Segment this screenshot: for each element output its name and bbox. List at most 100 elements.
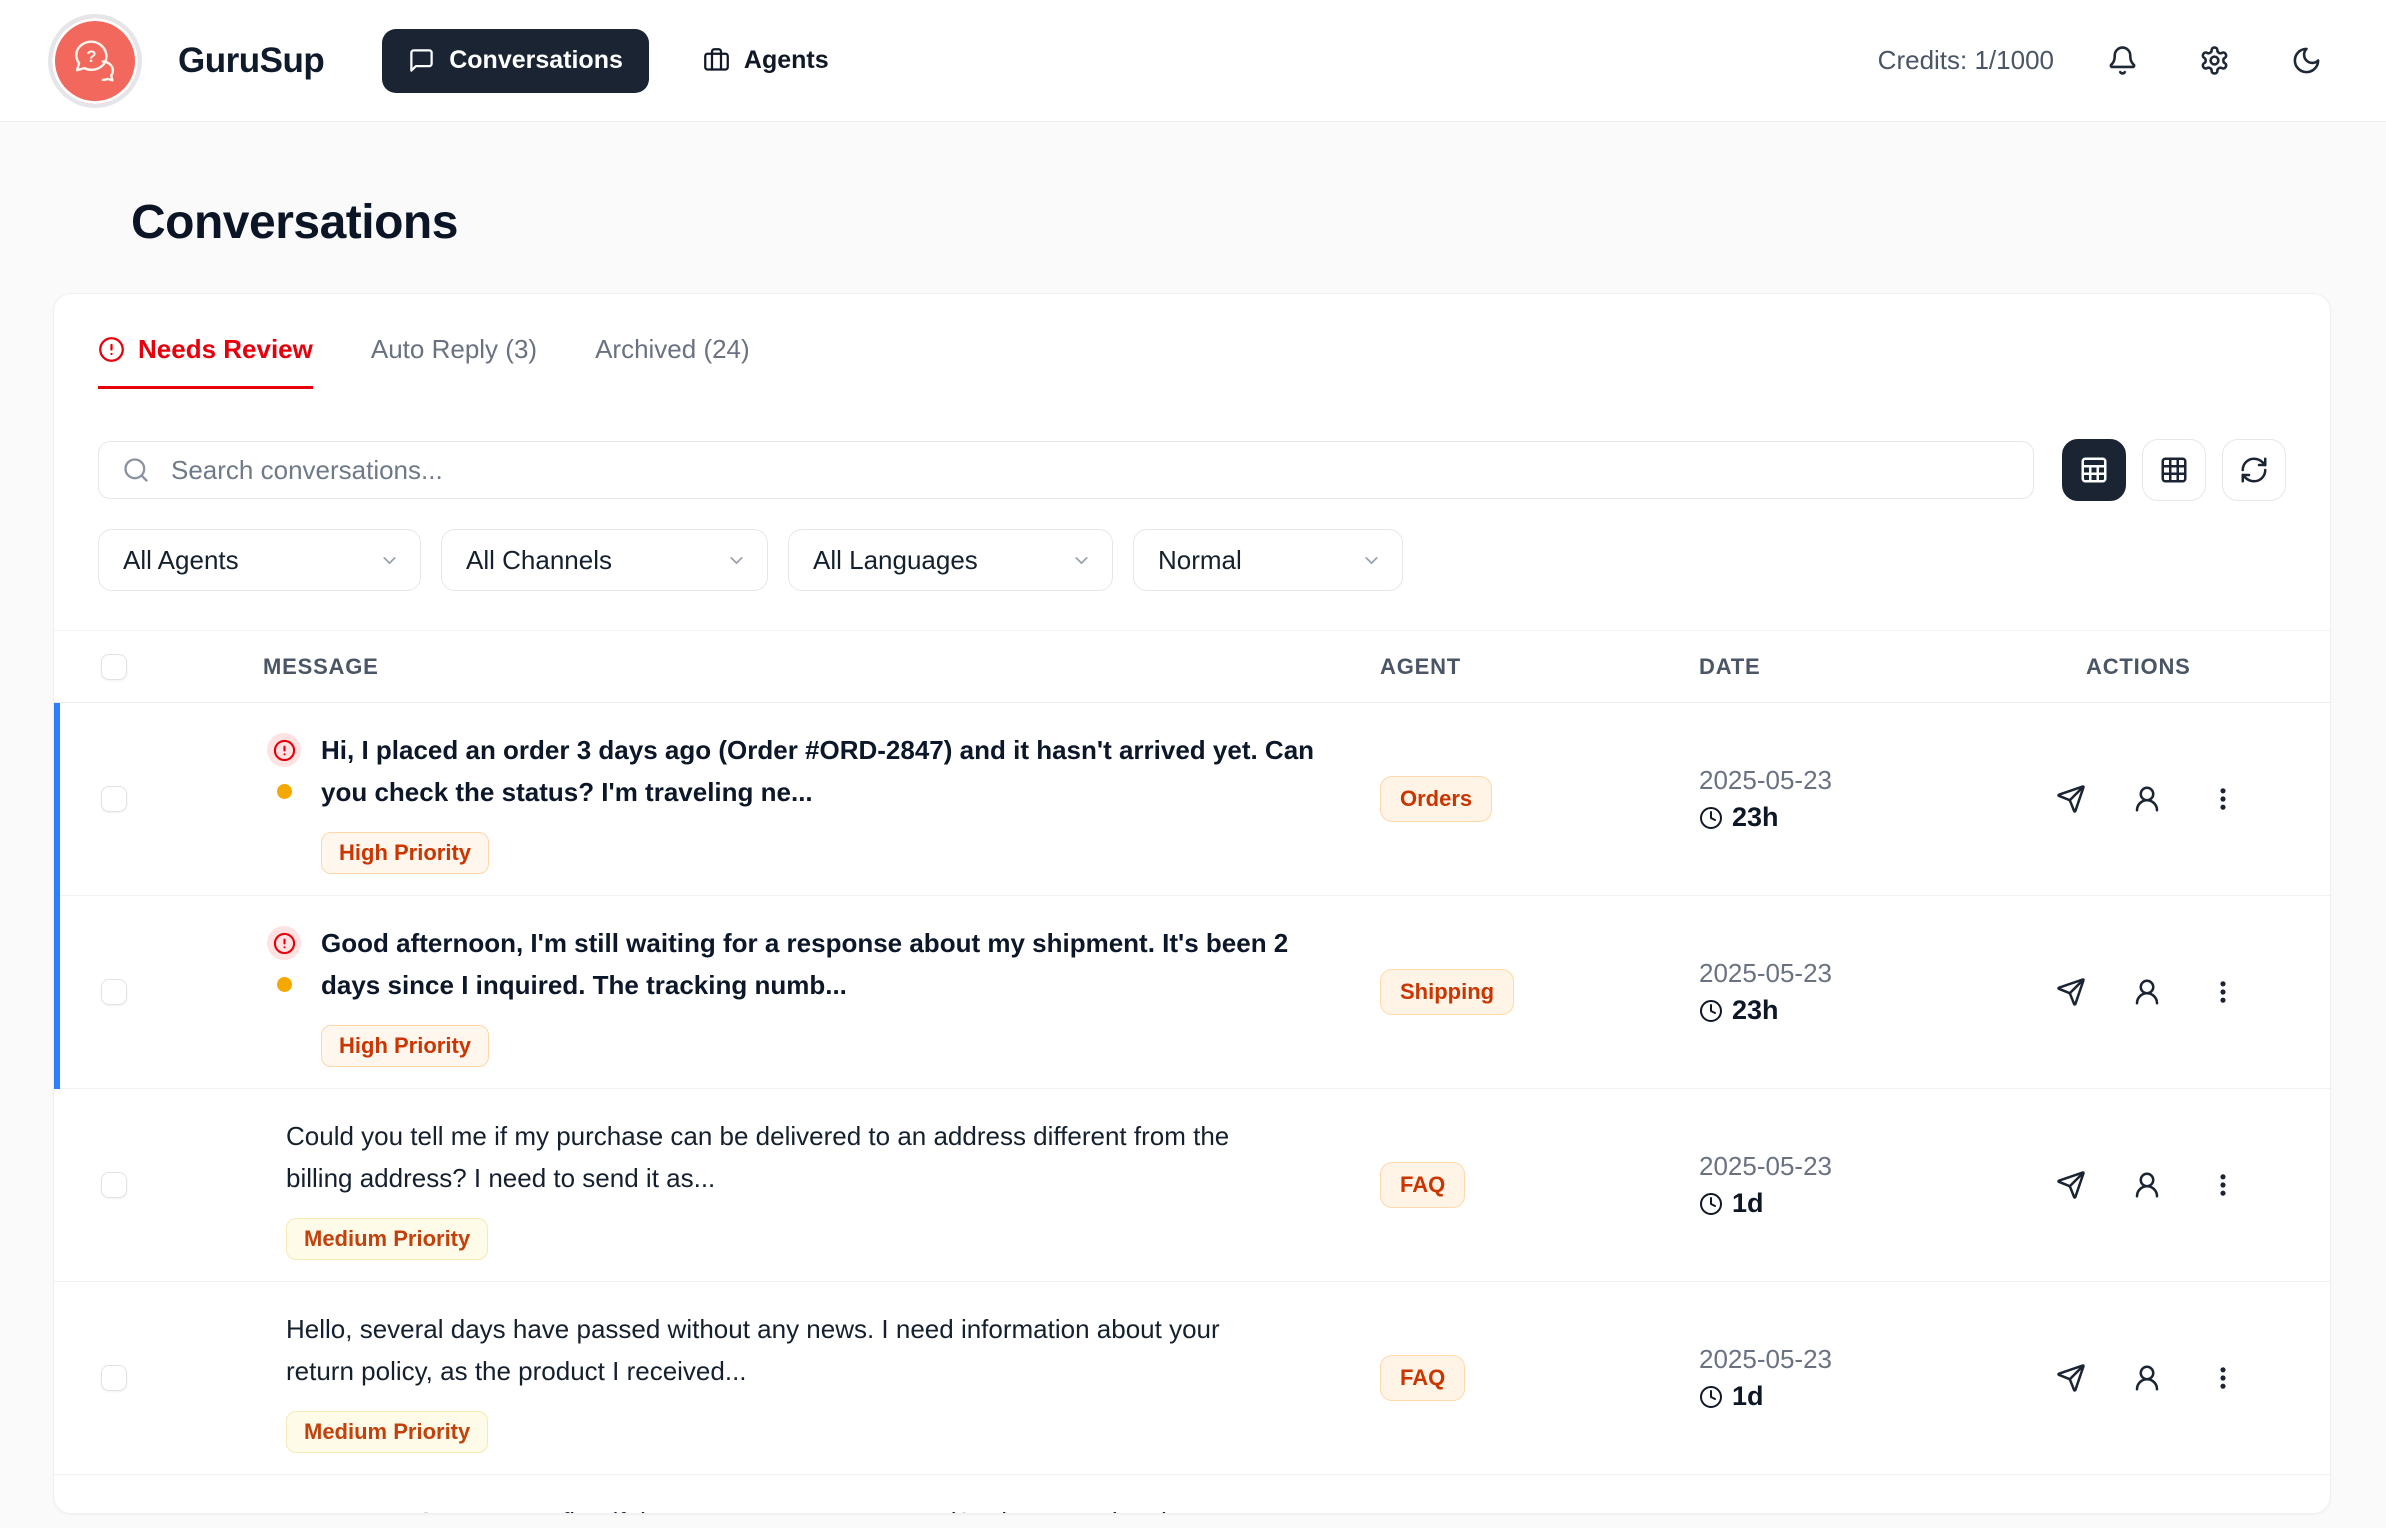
column-header-agent: AGENT (1344, 654, 1663, 680)
agent-badge: Orders (1380, 776, 1492, 822)
svg-text:?: ? (86, 47, 96, 66)
settings-button[interactable] (2190, 37, 2238, 85)
age-indicator: 23h (1699, 995, 1963, 1026)
priority-badge: High Priority (321, 1025, 489, 1067)
row-actions (1963, 781, 2330, 817)
message-text-line: Hello, several days have passed without … (286, 1308, 1220, 1350)
tab-archived[interactable]: Archived (24) (595, 334, 750, 389)
column-header-actions: ACTIONS (1963, 654, 2330, 680)
refresh-icon (2239, 455, 2269, 485)
table-row[interactable]: Hi, I placed an order 3 days ago (Order … (54, 703, 2330, 896)
select-all-checkbox[interactable] (101, 654, 127, 680)
brand-name: GuruSup (178, 41, 324, 81)
agent-badge: FAQ (1380, 1162, 1465, 1208)
channels-filter-select[interactable]: All Channels (441, 529, 768, 591)
age-text: 1d (1732, 1381, 1764, 1412)
needs-attention-icon (267, 926, 301, 960)
agents-filter-select[interactable]: All Agents (98, 529, 421, 591)
send-reply-button[interactable] (2053, 1360, 2089, 1396)
row-menu-button[interactable] (2205, 781, 2241, 817)
priority-filter-select[interactable]: Normal (1133, 529, 1403, 591)
date-cell: 2025-05-23 23h (1663, 765, 1963, 833)
message-text-line: Good afternoon, I'm still waiting for a … (321, 922, 1288, 964)
nav-agents-button[interactable]: Agents (677, 29, 855, 93)
grid-view-button[interactable] (2142, 439, 2206, 501)
date-cell: 2025-05-23 1d (1663, 1344, 1963, 1412)
app-logo[interactable]: ? (48, 14, 142, 108)
main-nav: Conversations Agents (382, 29, 854, 93)
credits-counter: Credits: 1/1000 (1878, 45, 2054, 76)
languages-filter-select[interactable]: All Languages (788, 529, 1113, 591)
dark-mode-toggle[interactable] (2282, 37, 2330, 85)
assign-agent-button[interactable] (2129, 781, 2165, 817)
priority-filter-value: Normal (1158, 545, 1242, 576)
chevron-down-icon (1361, 550, 1382, 571)
tab-auto-reply[interactable]: Auto Reply (3) (371, 334, 537, 389)
table-view-button[interactable] (2062, 439, 2126, 501)
tab-needs-review-label: Needs Review (138, 334, 313, 365)
message-text-line: return policy, as the product I received… (286, 1350, 1220, 1392)
row-checkbox[interactable] (101, 1172, 127, 1198)
user-icon (2132, 1170, 2162, 1200)
channels-filter-value: All Channels (466, 545, 612, 576)
topnav-right: Credits: 1/1000 (1878, 37, 2330, 85)
send-reply-button[interactable] (2053, 781, 2089, 817)
nav-conversations-button[interactable]: Conversations (382, 29, 649, 93)
table-row[interactable]: Good afternoon, I'm still waiting for a … (54, 896, 2330, 1089)
search-icon (122, 456, 150, 484)
priority-badge: Medium Priority (286, 1218, 488, 1260)
conversations-card: Needs Review Auto Reply (3) Archived (24… (53, 293, 2331, 1514)
age-text: 1d (1732, 1188, 1764, 1219)
filter-bar: All Agents All Channels All Languages No… (98, 529, 2286, 591)
send-reply-button[interactable] (2053, 974, 2089, 1010)
chevron-down-icon (1071, 550, 1092, 571)
assign-agent-button[interactable] (2129, 1360, 2165, 1396)
message-block: Could you tell me if my purchase can be … (286, 1115, 1229, 1260)
tab-auto-reply-label: Auto Reply (3) (371, 334, 537, 365)
agents-filter-value: All Agents (123, 545, 239, 576)
message-text-line: days since I inquired. The tracking numb… (321, 964, 1288, 1006)
bell-icon (2107, 45, 2138, 76)
table-view-icon (2079, 455, 2109, 485)
clock-icon (1699, 806, 1723, 830)
table-row[interactable]: Could you tell me if my purchase can be … (54, 1089, 2330, 1282)
message-text-line: billing address? I need to send it as... (286, 1157, 1229, 1199)
row-menu-button[interactable] (2205, 974, 2241, 1010)
nav-conversations-label: Conversations (449, 46, 623, 75)
message-block: Hi, I placed an order 3 days ago (Order … (321, 729, 1314, 874)
conversations-table: MESSAGE AGENT DATE ACTIONS Hi, I placed … (54, 630, 2330, 1514)
row-menu-button[interactable] (2205, 1360, 2241, 1396)
send-icon (2056, 1363, 2086, 1393)
unread-dot-icon (277, 784, 292, 799)
tab-needs-review[interactable]: Needs Review (98, 334, 313, 389)
priority-badge: High Priority (321, 832, 489, 874)
gear-icon (2199, 45, 2230, 76)
row-menu-button[interactable] (2205, 1167, 2241, 1203)
send-reply-button[interactable] (2053, 1167, 2089, 1203)
notifications-button[interactable] (2098, 37, 2146, 85)
send-icon (2056, 1170, 2086, 1200)
message-text-line: Payments: Can you confirm if the payment… (286, 1501, 1264, 1514)
table-row[interactable]: Payments: Can you confirm if the payment… (54, 1475, 2330, 1514)
age-text: 23h (1732, 995, 1779, 1026)
clock-icon (1699, 1385, 1723, 1409)
search-input[interactable] (98, 441, 2034, 499)
assign-agent-button[interactable] (2129, 1167, 2165, 1203)
row-checkbox[interactable] (101, 786, 127, 812)
search-wrap (98, 441, 2034, 499)
languages-filter-value: All Languages (813, 545, 978, 576)
ellipsis-vertical-icon (2209, 1364, 2237, 1392)
row-checkbox[interactable] (101, 1365, 127, 1391)
ellipsis-vertical-icon (2209, 1171, 2237, 1199)
view-controls (2062, 439, 2286, 501)
message-text-line: you check the status? I'm traveling ne..… (321, 771, 1314, 813)
table-header: MESSAGE AGENT DATE ACTIONS (54, 630, 2330, 703)
date-text: 2025-05-23 (1699, 1151, 1963, 1182)
chevron-down-icon (379, 550, 400, 571)
refresh-button[interactable] (2222, 439, 2286, 501)
needs-attention-icon (267, 733, 301, 767)
assign-agent-button[interactable] (2129, 974, 2165, 1010)
table-row[interactable]: Hello, several days have passed without … (54, 1282, 2330, 1475)
user-icon (2132, 784, 2162, 814)
row-checkbox[interactable] (101, 979, 127, 1005)
